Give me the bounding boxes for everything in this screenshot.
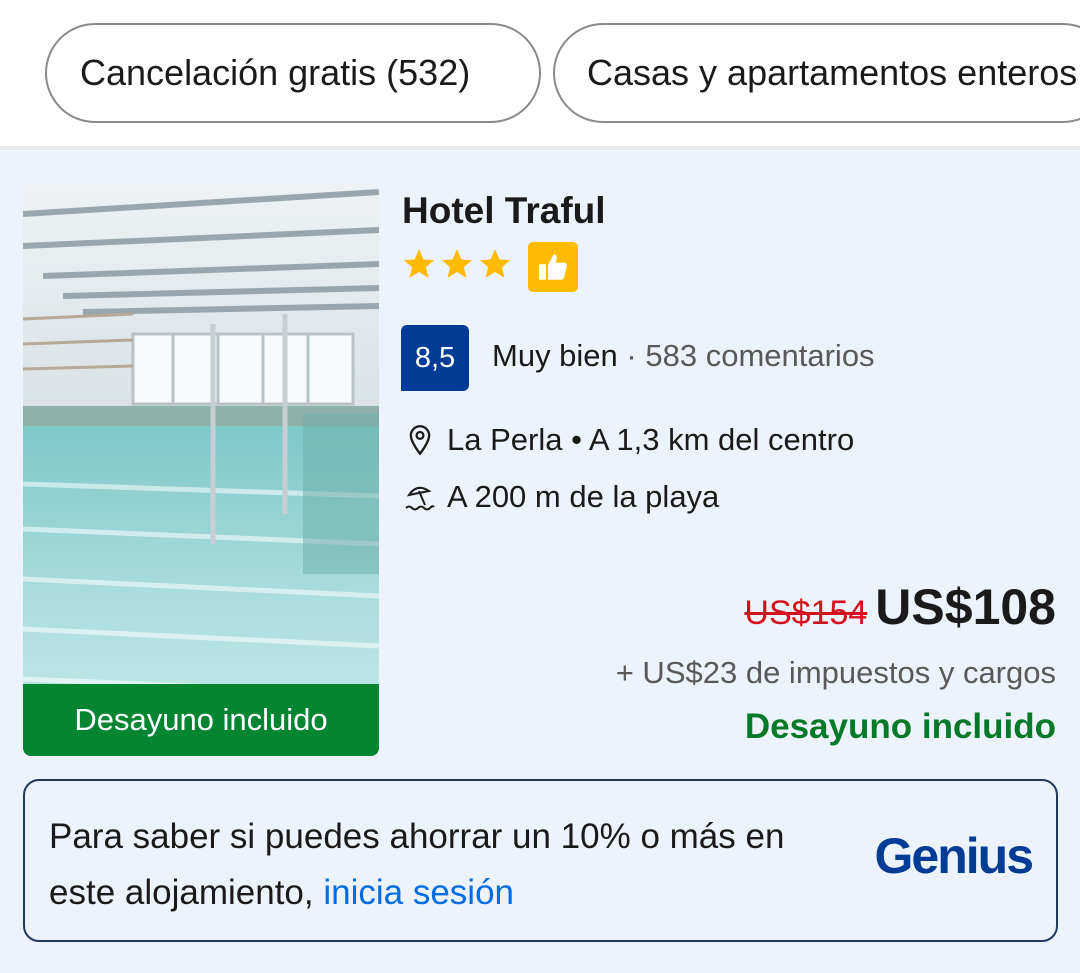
thumbs-up-icon xyxy=(538,254,567,280)
star-icon xyxy=(442,249,472,278)
genius-message: Para saber si puedes ahorrar un 10% o má… xyxy=(49,809,829,921)
review-score-label: Muy bien xyxy=(492,338,618,373)
price-row: US$154 US$108 xyxy=(744,578,1056,636)
breakfast-badge: Desayuno incluido xyxy=(23,684,379,756)
star-icon xyxy=(404,249,434,278)
location-text: La Perla • A 1,3 km del centro xyxy=(447,422,855,457)
star-icon xyxy=(480,249,510,278)
original-price: US$154 xyxy=(744,594,868,632)
genius-logo: Genius xyxy=(874,828,1034,884)
filter-chip-entire-homes[interactable]: Casas y apartamentos enteros xyxy=(553,23,1080,123)
review-count: 583 comentarios xyxy=(645,338,875,373)
location-row[interactable]: La Perla • A 1,3 km del centro xyxy=(404,422,854,458)
breakfast-included: Desayuno incluido xyxy=(744,707,1056,746)
genius-signin-banner[interactable]: Para saber si puedes ahorrar un 10% o má… xyxy=(23,779,1058,942)
beach-distance-text: A 200 m de la playa xyxy=(447,479,720,514)
taxes-and-fees: + US$23 de impuestos y cargos xyxy=(615,655,1056,690)
hotel-name[interactable]: Hotel Traful xyxy=(402,190,606,232)
review-summary[interactable]: Muy bien · 583 comentarios xyxy=(492,338,875,374)
signin-link[interactable]: inicia sesión xyxy=(323,873,514,912)
beach-distance-row: A 200 m de la playa xyxy=(404,479,719,515)
current-price: US$108 xyxy=(875,579,1056,635)
beach-umbrella-icon xyxy=(404,481,436,513)
review-score[interactable]: 8,5 xyxy=(401,325,469,391)
filter-bar: Cancelación gratis (532) Casas y apartam… xyxy=(0,0,1080,146)
separator: · xyxy=(626,338,637,373)
filter-chip-label: Cancelación gratis (532) xyxy=(80,52,471,93)
pool-image xyxy=(23,184,379,756)
preferred-partner-badge[interactable] xyxy=(528,242,578,292)
hotel-photo[interactable]: Desayuno incluido xyxy=(23,184,379,756)
star-rating xyxy=(401,246,513,282)
map-pin-icon xyxy=(404,424,436,456)
filter-chip-free-cancellation[interactable]: Cancelación gratis (532) xyxy=(45,23,541,123)
filter-chip-label: Casas y apartamentos enteros xyxy=(587,52,1078,93)
property-card[interactable]: Desayuno incluido Hotel Traful 8,5 Muy b… xyxy=(0,146,1080,973)
